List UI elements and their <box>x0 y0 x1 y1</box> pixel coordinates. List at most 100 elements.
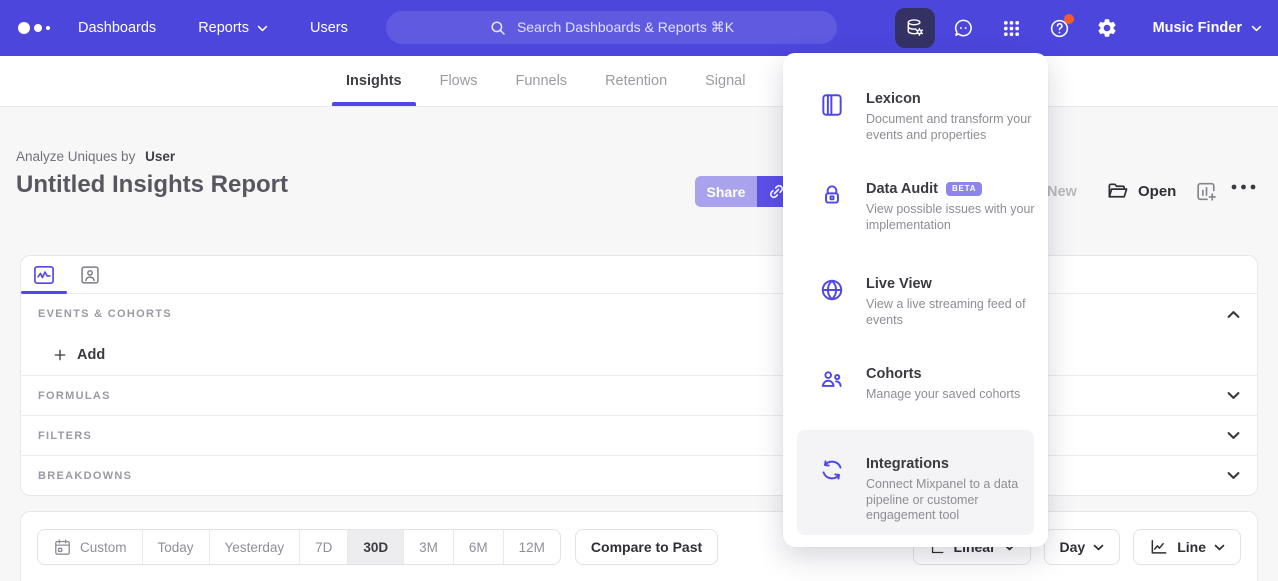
chevron-down-icon[interactable] <box>1227 431 1240 440</box>
chart-type-label: Line <box>1177 539 1206 555</box>
nav-dashboards-label: Dashboards <box>78 20 156 36</box>
add-event-button[interactable]: Add <box>21 334 1257 375</box>
menu-item-description: View a live streaming feed of events <box>866 297 1044 328</box>
lexicon-book-icon <box>819 92 845 118</box>
report-title[interactable]: Untitled Insights Report <box>16 171 288 199</box>
tab-events-query[interactable] <box>21 256 67 293</box>
nav-reports-label: Reports <box>198 20 249 36</box>
menu-item-lexicon[interactable]: Lexicon Document and transform your even… <box>783 90 1048 143</box>
tab-funnels[interactable]: Funnels <box>501 56 581 106</box>
open-report-button[interactable]: Open <box>1106 176 1176 207</box>
chart-type-dropdown[interactable]: Line <box>1133 529 1241 565</box>
nav-dashboards[interactable]: Dashboards <box>78 20 156 36</box>
nav-users-label: Users <box>310 20 348 36</box>
sync-arrows-icon <box>819 457 845 483</box>
project-switcher[interactable]: Music Finder <box>1153 0 1262 56</box>
range-yesterday[interactable]: Yesterday <box>209 530 300 564</box>
data-management-button[interactable] <box>895 8 935 48</box>
nav-reports[interactable]: Reports <box>198 20 268 36</box>
tab-insights-label: Insights <box>346 73 402 89</box>
range-30d[interactable]: 30D <box>347 530 403 564</box>
section-breakdowns[interactable]: BREAKDOWNS <box>21 455 1257 495</box>
nav-users[interactable]: Users <box>310 20 348 36</box>
primary-nav: Dashboards Reports Users <box>78 20 348 36</box>
user-profile-icon <box>80 265 100 285</box>
chevron-down-icon <box>1214 544 1225 551</box>
help-button[interactable] <box>1039 8 1079 48</box>
people-group-icon <box>819 367 845 393</box>
date-range-segmented-control: Custom Today Yesterday 7D 30D 3M 6M 12M <box>37 529 561 565</box>
menu-item-integrations[interactable]: Integrations Connect Mixpanel to a data … <box>783 455 1048 524</box>
plus-icon <box>52 347 68 363</box>
range-3m[interactable]: 3M <box>403 530 453 564</box>
query-builder-tabs <box>21 256 1257 294</box>
apps-menu-popover: Lexicon Document and transform your even… <box>783 53 1048 547</box>
tab-retention[interactable]: Retention <box>591 56 681 106</box>
section-formulas-label: FORMULAS <box>38 390 111 402</box>
calendar-icon <box>53 538 72 557</box>
chevron-down-icon[interactable] <box>1227 391 1240 400</box>
share-split-button: Share <box>695 176 795 207</box>
search-input[interactable]: Search Dashboards & Reports ⌘K <box>386 11 837 44</box>
insights-chart-icon <box>33 265 55 285</box>
section-formulas[interactable]: FORMULAS <box>21 375 1257 415</box>
tab-signal[interactable]: Signal <box>691 56 759 106</box>
tab-signal-label: Signal <box>705 73 745 89</box>
menu-item-cohorts[interactable]: Cohorts Manage your saved cohorts <box>783 365 1048 403</box>
range-custom-label: Custom <box>80 540 127 555</box>
chevron-down-icon <box>1093 544 1104 551</box>
interval-dropdown[interactable]: Day <box>1044 529 1121 565</box>
section-events-label: EVENTS & COHORTS <box>38 308 172 320</box>
project-name: Music Finder <box>1153 20 1242 36</box>
grid-icon <box>1001 18 1022 39</box>
interval-label: Day <box>1060 539 1086 555</box>
settings-button[interactable] <box>1087 8 1127 48</box>
range-custom[interactable]: Custom <box>38 530 142 564</box>
section-filters[interactable]: FILTERS <box>21 415 1257 455</box>
add-to-dashboard-button[interactable] <box>1194 179 1219 204</box>
menu-item-description: Manage your saved cohorts <box>866 387 1044 403</box>
tab-insights[interactable]: Insights <box>332 56 416 106</box>
line-chart-icon <box>1149 537 1169 557</box>
chevron-down-icon[interactable] <box>1227 471 1240 480</box>
database-gear-icon <box>904 17 926 39</box>
query-builder-card: EVENTS & COHORTS Add FORMULAS FILTERS BR… <box>20 255 1258 496</box>
menu-item-text: Lexicon Document and transform your even… <box>866 90 1044 143</box>
range-today[interactable]: Today <box>142 530 209 564</box>
chevron-down-icon <box>257 25 268 32</box>
chevron-up-icon[interactable] <box>1227 310 1240 319</box>
menu-item-description: Connect Mixpanel to a data pipeline or c… <box>866 477 1044 524</box>
board-add-icon <box>1194 179 1219 204</box>
analyze-prefix: Analyze Uniques by <box>16 149 135 164</box>
tab-flows[interactable]: Flows <box>426 56 492 106</box>
feedback-button[interactable] <box>943 8 983 48</box>
apps-grid-button[interactable] <box>991 8 1031 48</box>
section-events-cohorts[interactable]: EVENTS & COHORTS <box>21 294 1257 334</box>
share-button[interactable]: Share <box>695 176 757 207</box>
range-12m[interactable]: 12M <box>503 530 560 564</box>
section-filters-label: FILTERS <box>38 430 92 442</box>
menu-item-text: Cohorts Manage your saved cohorts <box>866 365 1044 403</box>
mixpanel-logo[interactable] <box>18 22 64 34</box>
menu-item-text: Live View View a live streaming feed of … <box>866 275 1044 328</box>
compare-to-past-button[interactable]: Compare to Past <box>575 529 718 565</box>
analyze-line: Analyze Uniques by User <box>16 149 175 164</box>
menu-item-title: Live View <box>866 275 932 293</box>
range-6m[interactable]: 6M <box>453 530 503 564</box>
tab-flows-label: Flows <box>440 73 478 89</box>
gear-icon <box>1096 17 1118 39</box>
menu-item-live-view[interactable]: Live View View a live streaming feed of … <box>783 275 1048 328</box>
analyze-entity-selector[interactable]: User <box>145 149 175 164</box>
menu-item-data-audit[interactable]: Data Audit BETA View possible issues wit… <box>783 180 1048 233</box>
logo-dot-large <box>18 22 30 34</box>
menu-item-title: Integrations <box>866 455 949 473</box>
tab-profiles-query[interactable] <box>67 256 113 293</box>
menu-item-description: View possible issues with your implement… <box>866 202 1044 233</box>
report-header: Analyze Uniques by User Untitled Insight… <box>0 107 1278 255</box>
range-7d[interactable]: 7D <box>299 530 347 564</box>
report-tabbar: Insights Flows Funnels Retention Signal … <box>0 56 1278 107</box>
logo-dot-medium <box>34 24 42 32</box>
open-label: Open <box>1138 183 1176 200</box>
more-dots-icon <box>1230 181 1257 193</box>
more-actions-button[interactable] <box>1230 181 1257 193</box>
